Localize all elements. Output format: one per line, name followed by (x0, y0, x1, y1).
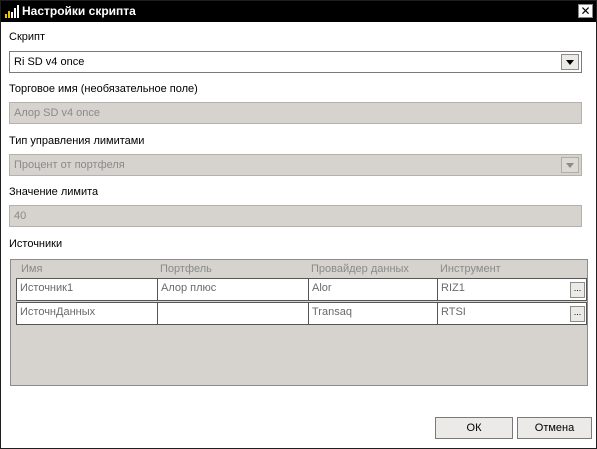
limit-value-label: Значение лимита (9, 186, 99, 198)
sources-label: Источники (9, 238, 63, 250)
instrument-browse-button[interactable]: ... (570, 282, 585, 298)
cell-instrument-value: RTSI (441, 306, 466, 318)
column-header-name[interactable]: Имя (21, 263, 42, 275)
close-icon: ✕ (580, 4, 591, 18)
limit-value-value: 40 (14, 210, 27, 222)
cell-provider[interactable]: Transaq (309, 303, 438, 324)
bar-chart-icon (5, 5, 19, 18)
column-header-portfolio[interactable]: Портфель (160, 263, 212, 275)
script-dropdown-button[interactable] (561, 54, 579, 70)
table-row[interactable]: Источник1 Алор плюс Alor RIZ1 ... (16, 278, 587, 301)
cell-portfolio[interactable]: Алор плюс (158, 279, 309, 300)
cell-instrument[interactable]: RTSI ... (438, 303, 588, 324)
chevron-down-icon (566, 163, 574, 168)
window-title: Настройки скрипта (22, 4, 136, 18)
cell-name[interactable]: Источник1 (17, 279, 158, 300)
cell-provider[interactable]: Alor (309, 279, 438, 300)
trade-name-field[interactable]: Алор SD v4 once (9, 102, 582, 124)
cancel-button[interactable]: Отмена (517, 417, 592, 439)
sources-grid: Имя Портфель Провайдер данных Инструмент… (10, 259, 588, 386)
trade-name-value: Алор SD v4 once (14, 107, 101, 119)
grid-header: Имя Портфель Провайдер данных Инструмент (11, 260, 587, 277)
limit-type-label: Тип управления лимитами (9, 135, 145, 147)
limit-type-select[interactable]: Процент от портфеля (9, 154, 582, 176)
cell-name[interactable]: ИсточнДанных (17, 303, 158, 324)
chevron-down-icon (566, 60, 574, 65)
cell-instrument-value: RIZ1 (441, 282, 465, 294)
script-label: Скрипт (9, 31, 46, 43)
limit-type-dropdown-button[interactable] (561, 157, 579, 173)
title-bar: Настройки скрипта ✕ (1, 1, 596, 22)
column-header-provider[interactable]: Провайдер данных (311, 263, 409, 275)
limit-type-value: Процент от портфеля (14, 159, 125, 171)
ok-button[interactable]: ОК (435, 417, 513, 439)
script-select-value: Ri SD v4 once (14, 56, 85, 68)
cell-portfolio[interactable] (158, 303, 309, 324)
column-header-instrument[interactable]: Инструмент (440, 263, 501, 275)
trade-name-label: Торговое имя (необязательное поле) (9, 83, 198, 95)
table-row[interactable]: ИсточнДанных Transaq RTSI ... (16, 302, 587, 325)
script-select[interactable]: Ri SD v4 once (9, 51, 582, 73)
cell-instrument[interactable]: RIZ1 ... (438, 279, 588, 300)
close-button[interactable]: ✕ (578, 4, 593, 18)
script-settings-dialog: Настройки скрипта ✕ Скрипт Ri SD v4 once… (0, 0, 597, 449)
limit-value-field[interactable]: 40 (9, 205, 582, 227)
instrument-browse-button[interactable]: ... (570, 306, 585, 322)
